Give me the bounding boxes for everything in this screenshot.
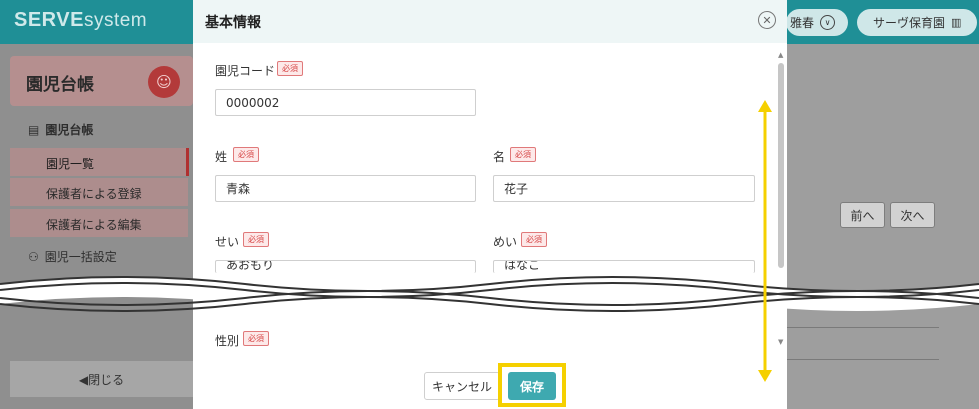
sidebar-item-child-list[interactable]: 園児一覧 [10,148,188,176]
user-menu-button[interactable]: 雅春 ∨ [786,9,848,36]
sidebar-item-guardian-register[interactable]: 保護者による登録 [10,178,188,206]
content-break-wave [0,276,979,312]
last-name-input[interactable]: 青森 [215,175,476,202]
document-icon: ▤ [28,123,40,137]
user-name: 雅春 [790,16,815,30]
scroll-down-icon[interactable]: ▼ [778,338,783,346]
first-name-label: 名 [493,150,506,164]
required-badge: 必須 [521,232,547,247]
chevron-down-icon: ∨ [820,15,836,30]
sidebar-close-button[interactable]: ◀閉じる [10,361,193,397]
required-badge: 必須 [277,61,303,76]
school-name: サーヴ保育園 [873,16,946,30]
modal-title: 基本情報 [205,15,261,31]
gender-label: 性別 [215,334,240,348]
scrollbar-thumb[interactable] [778,63,784,268]
cancel-button[interactable]: キャンセル [424,372,500,400]
sidebar-active-indicator [186,148,189,176]
close-icon[interactable]: ✕ [758,11,776,29]
child-code-label: 園児コード [215,64,276,78]
sidebar-section-card: 園児台帳 ☺ [10,56,193,106]
first-name-input[interactable]: 花子 [493,175,755,202]
scroll-up-icon[interactable]: ▲ [778,51,783,59]
sidebar-item-label: 園児一覧 [46,157,95,171]
school-selector-button[interactable]: サーヴ保育園 ▥ [857,9,977,36]
first-name-kana-label: めい [493,235,518,249]
building-icon: ▥ [951,16,962,29]
basic-info-modal: 基本情報 ✕ 園児コード 必須 0000002 姓 必須 青森 名 必須 花子 … [193,0,787,409]
next-button[interactable]: 次へ [890,202,935,228]
sidebar-section-title: 園児台帳 [26,75,94,95]
app-logo: SERVEsystem [14,9,148,31]
prev-button[interactable]: 前へ [840,202,885,228]
required-badge: 必須 [243,331,269,346]
required-badge: 必須 [243,232,269,247]
child-code-input[interactable]: 0000002 [215,89,476,116]
required-badge: 必須 [510,147,536,162]
sidebar-item-guardian-edit[interactable]: 保護者による編集 [10,209,188,237]
sidebar-item-label: 保護者による登録 [46,187,142,201]
required-badge: 必須 [233,147,259,162]
save-button-highlight [498,363,566,407]
sidebar-item-label: 保護者による編集 [46,218,142,232]
sidebar-item-bulk-settings[interactable]: ⚇ 園児一括設定 [28,248,117,265]
divider [787,359,939,360]
scroll-direction-arrow [758,100,772,382]
child-face-icon: ☺ [148,66,180,98]
modal-header: 基本情報 ✕ [193,0,787,43]
last-name-kana-label: せい [215,235,240,249]
last-name-label: 姓 [215,150,228,164]
divider [787,327,939,328]
sidebar-group-child-ledger[interactable]: ▤ 園児台帳 [28,121,93,138]
people-icon: ⚇ [28,250,39,264]
